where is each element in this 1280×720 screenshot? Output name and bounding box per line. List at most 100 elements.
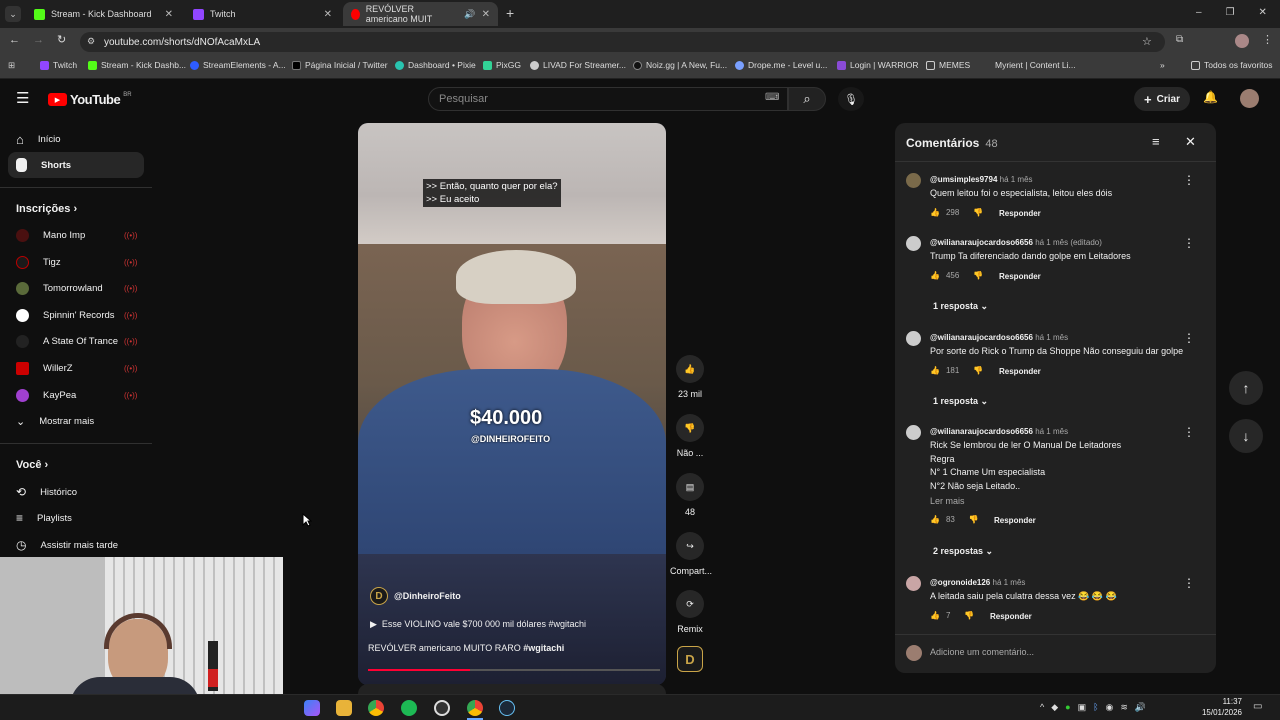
progress-track[interactable]: [368, 669, 660, 671]
avatar[interactable]: [906, 173, 921, 188]
tray-app-icon[interactable]: ◆: [1051, 702, 1058, 713]
like-button[interactable]: 👍 23 mil: [670, 355, 710, 399]
tab-kick[interactable]: Stream - Kick Dashboard ✕: [26, 2, 181, 26]
search-input[interactable]: Pesquisar ⌨: [428, 87, 788, 111]
channel-avatar-button[interactable]: D: [677, 646, 703, 672]
clock[interactable]: 11:37 15/01/2026: [1200, 696, 1242, 718]
dislike-icon[interactable]: 👎: [964, 611, 974, 620]
avatar[interactable]: [906, 425, 921, 440]
view-replies-button[interactable]: 2 respostas ⌄: [933, 546, 993, 557]
copilot-icon[interactable]: [304, 700, 320, 716]
profile-avatar[interactable]: [1235, 34, 1249, 48]
comment-author[interactable]: @wilianaraujocardoso6656 há 1 mês: [930, 333, 1068, 342]
reload-icon[interactable]: ↻: [57, 33, 66, 46]
minimize-icon[interactable]: –: [1196, 7, 1202, 18]
tray-app-icon[interactable]: ●: [1065, 702, 1070, 713]
shorts-video-player[interactable]: >> Então, quanto quer por ela? >> Eu ace…: [358, 123, 666, 685]
bookmark-item[interactable]: Dashboard • Pixie: [395, 60, 476, 70]
new-tab-button[interactable]: +: [506, 5, 514, 21]
avatar[interactable]: [906, 331, 921, 346]
dislike-button[interactable]: 👎 Não ...: [670, 414, 710, 458]
more-options-icon[interactable]: ⋮: [1183, 576, 1195, 590]
previous-video-button[interactable]: ↑: [1229, 371, 1263, 405]
bookmark-item[interactable]: LIVAD For Streamer...: [530, 60, 626, 70]
bookmark-star-icon[interactable]: ☆: [1142, 35, 1152, 48]
voice-search-button[interactable]: 🎙: [838, 87, 864, 111]
forward-icon[interactable]: →: [33, 34, 44, 46]
account-avatar[interactable]: [1240, 89, 1259, 108]
like-icon[interactable]: 👍: [930, 271, 940, 280]
next-video-button[interactable]: ↓: [1229, 419, 1263, 453]
extensions-icon[interactable]: ⧉: [1176, 34, 1183, 45]
like-icon[interactable]: 👍: [930, 611, 940, 620]
close-window-icon[interactable]: ✕: [1259, 7, 1267, 18]
bookmark-folder[interactable]: MEMES: [926, 60, 970, 70]
all-bookmarks-folder[interactable]: Todos os favoritos: [1191, 60, 1273, 70]
bookmark-item[interactable]: StreamElements - A...: [190, 60, 286, 70]
steam-icon[interactable]: [499, 700, 515, 716]
related-video-link[interactable]: ▶ Esse VIOLINO vale $700 000 mil dólares …: [370, 619, 586, 630]
avatar[interactable]: [906, 576, 921, 591]
menu-icon[interactable]: ⋮: [1262, 33, 1273, 46]
audio-icon[interactable]: 🔊: [464, 9, 475, 20]
tray-chevron-icon[interactable]: ^: [1040, 702, 1044, 713]
bookmark-item[interactable]: Login | WARRIOR: [837, 60, 919, 70]
more-options-icon[interactable]: ⋮: [1183, 173, 1195, 187]
tab-youtube[interactable]: REVÓLVER americano MUIT 🔊 ✕: [343, 2, 498, 26]
bookmark-item[interactable]: Twitch: [40, 60, 77, 70]
obs-icon[interactable]: [434, 700, 450, 716]
bluetooth-icon[interactable]: ᛒ: [1093, 702, 1098, 713]
apps-icon[interactable]: ⊞: [8, 60, 15, 71]
sidebar-item-watch-later[interactable]: ◷ Assistir mais tarde: [8, 532, 144, 558]
dislike-icon[interactable]: 👎: [973, 366, 983, 375]
bookmark-item[interactable]: Drope.me - Level u...: [735, 60, 827, 70]
notifications-icon[interactable]: 🔔: [1203, 90, 1218, 104]
sidebar-item-history[interactable]: ⟲ Histórico: [8, 479, 144, 505]
close-icon[interactable]: ✕: [324, 9, 332, 20]
remix-button[interactable]: ⟳ Remix: [670, 590, 710, 634]
like-icon[interactable]: 👍: [930, 515, 940, 524]
comment-author[interactable]: @ogronoide126 há 1 mês: [930, 578, 1025, 587]
sidebar-item-shorts[interactable]: Shorts: [8, 152, 144, 178]
bookmark-item[interactable]: PixGG: [483, 60, 521, 70]
tab-list-button[interactable]: ⌄: [5, 6, 21, 22]
keyboard-icon[interactable]: ⌨: [765, 92, 779, 103]
view-replies-button[interactable]: 1 resposta ⌄: [933, 396, 988, 407]
close-icon[interactable]: ✕: [1185, 134, 1196, 150]
reply-button[interactable]: Responder: [999, 209, 1041, 218]
comment-author[interactable]: @wilianaraujocardoso6656 há 1 mês (edita…: [930, 238, 1102, 247]
chrome-active-icon[interactable]: [467, 700, 483, 716]
show-more-button[interactable]: ⌄ Mostrar mais: [8, 408, 144, 434]
wifi-icon[interactable]: ≋: [1120, 702, 1128, 713]
bookmark-item[interactable]: Myrient | Content Li...: [982, 60, 1076, 70]
bookmark-item[interactable]: Página Inicial / Twitter: [292, 60, 388, 70]
sort-icon[interactable]: ≡: [1152, 134, 1160, 149]
sidebar-item-playlists[interactable]: ≡ Playlists: [8, 505, 144, 531]
dislike-icon[interactable]: 👎: [973, 208, 983, 217]
dislike-icon[interactable]: 👎: [969, 515, 979, 524]
chrome-icon[interactable]: [368, 700, 384, 716]
spotify-icon[interactable]: [401, 700, 417, 716]
bookmark-item[interactable]: Stream - Kick Dashb...: [88, 60, 186, 70]
like-icon[interactable]: 👍: [930, 208, 940, 217]
subscriptions-title[interactable]: Inscrições ›: [16, 203, 77, 215]
more-options-icon[interactable]: ⋮: [1183, 236, 1195, 250]
more-options-icon[interactable]: ⋮: [1183, 331, 1195, 345]
comment-author[interactable]: @wilianaraujocardoso6656 há 1 mês: [930, 427, 1068, 436]
avatar[interactable]: [906, 236, 921, 251]
share-button[interactable]: ↪ Compart...: [670, 532, 712, 576]
sidebar-item-home[interactable]: ⌂ Início: [8, 126, 144, 152]
site-info-icon[interactable]: ⚙: [87, 36, 95, 47]
add-comment-input[interactable]: Adicione um comentário...: [930, 647, 1034, 657]
volume-icon[interactable]: 🔊: [1135, 702, 1146, 713]
reply-button[interactable]: Responder: [999, 367, 1041, 376]
search-button[interactable]: ⌕: [788, 87, 826, 111]
channel-row[interactable]: D @DinheiroFeito: [370, 587, 461, 605]
like-icon[interactable]: 👍: [930, 366, 940, 375]
tab-twitch[interactable]: Twitch ✕: [185, 2, 340, 26]
dislike-icon[interactable]: 👎: [973, 271, 983, 280]
youtube-logo[interactable]: ▶ YouTube BR: [48, 92, 132, 107]
you-section-title[interactable]: Você ›: [16, 459, 48, 471]
read-more-link[interactable]: Ler mais: [930, 495, 965, 509]
reply-button[interactable]: Responder: [999, 272, 1041, 281]
